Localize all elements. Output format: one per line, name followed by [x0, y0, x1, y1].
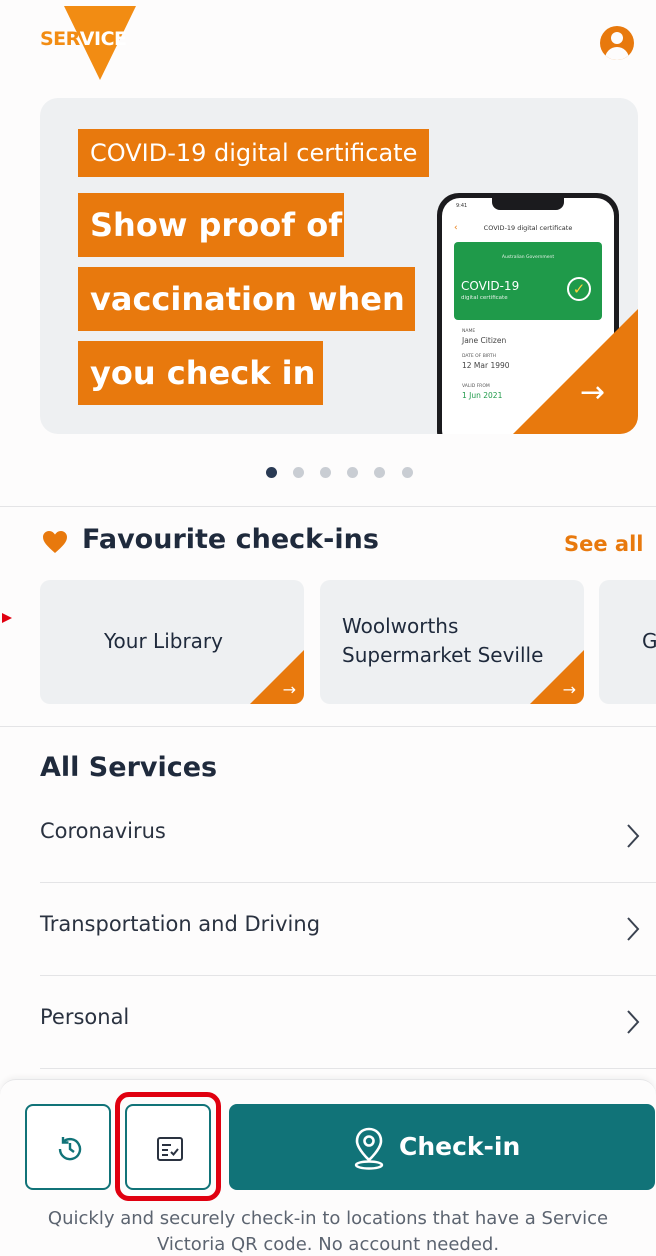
favourite-card[interactable]: Woolworths Supermarket Seville → [320, 580, 584, 704]
service-item-label: Transportation and Driving [40, 912, 321, 936]
top-bar: SERVICE [0, 0, 656, 96]
service-item-transportation[interactable]: Transportation and Driving [40, 884, 656, 976]
divider [0, 726, 656, 727]
favourite-card-label: Woolworths [342, 614, 459, 638]
profile-icon[interactable] [600, 26, 634, 60]
annotation-arrow-icon [0, 610, 14, 624]
highlight-box [115, 1092, 221, 1201]
history-icon [58, 1137, 82, 1161]
service-victoria-logo: SERVICE [38, 6, 142, 80]
service-item-label: Personal [40, 1005, 130, 1029]
service-item-personal[interactable]: Personal [40, 977, 656, 1069]
logo-text: SERVICE [40, 28, 127, 50]
chevron-right-icon [626, 823, 640, 849]
banner-tag: COVID-19 digital certificate [78, 129, 430, 177]
favourite-card[interactable]: Your Library → [40, 580, 304, 704]
arrow-right-icon[interactable]: → [580, 378, 605, 408]
carousel-dot[interactable] [320, 467, 331, 478]
check-in-label: Check-in [399, 1132, 521, 1161]
carousel-dot[interactable] [347, 467, 358, 478]
chevron-right-icon [626, 916, 640, 942]
banner-headline-line-1: Show proof of [78, 193, 344, 257]
carousel-dot[interactable] [293, 467, 304, 478]
favourite-card-label: G [642, 629, 656, 653]
chevron-right-icon [626, 1009, 640, 1035]
see-all-link[interactable]: See all [564, 532, 644, 556]
carousel-dot[interactable] [374, 467, 385, 478]
banner-headline-line-2: vaccination when [78, 267, 415, 331]
heart-icon [42, 530, 68, 554]
service-item-coronavirus[interactable]: Coronavirus [40, 791, 656, 883]
arrow-right-icon: → [282, 680, 296, 699]
history-button[interactable] [25, 1104, 111, 1190]
favourites-heading: Favourite check-ins [82, 524, 379, 555]
carousel-dot[interactable] [402, 467, 413, 478]
carousel-dot[interactable] [266, 467, 277, 478]
divider [0, 506, 656, 507]
check-icon: ✓ [567, 277, 591, 301]
location-pin-icon [351, 1126, 387, 1170]
arrow-right-icon: → [562, 680, 576, 699]
favourite-card[interactable]: G [599, 580, 656, 704]
promo-banner[interactable]: COVID-19 digital certificate Show proof … [40, 98, 638, 434]
all-services-heading: All Services [40, 752, 218, 783]
check-in-button[interactable]: Check-in [229, 1104, 655, 1190]
banner-corner [513, 308, 638, 434]
service-item-label: Coronavirus [40, 819, 166, 843]
banner-headline-line-3: you check in [78, 341, 323, 405]
check-in-description: Quickly and securely check-in to locatio… [47, 1208, 609, 1255]
